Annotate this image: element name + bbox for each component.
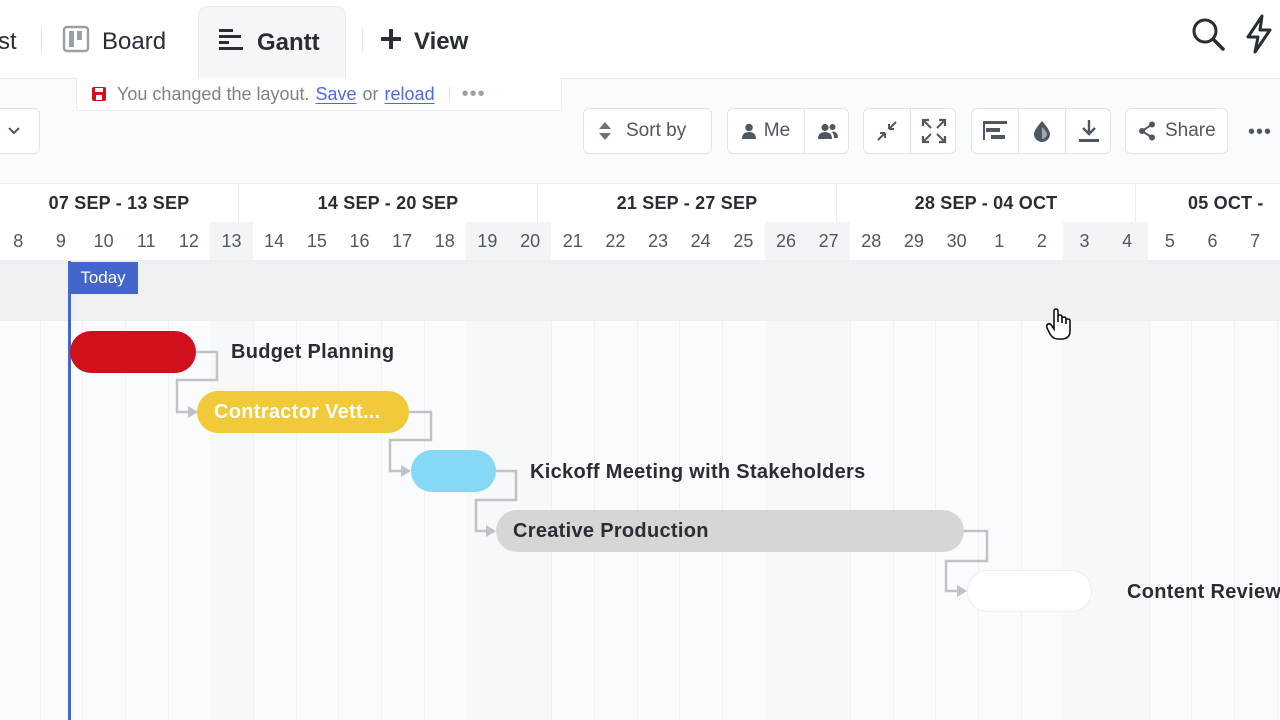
task-bar[interactable] [967, 570, 1092, 612]
task-label[interactable]: Content Review [1127, 581, 1280, 604]
hand-cursor-icon [1045, 308, 1073, 347]
dependency-arrow [957, 585, 967, 597]
task-bar[interactable]: Contractor Vett... [197, 391, 409, 433]
task-label[interactable]: Budget Planning [231, 341, 394, 364]
dependency-arrow [486, 525, 496, 537]
task-label: Creative Production [513, 519, 709, 542]
task-bar[interactable] [70, 331, 196, 373]
task-bar[interactable]: Creative Production [496, 510, 964, 552]
task-bar[interactable] [411, 450, 496, 492]
today-marker-line [68, 261, 71, 720]
dependency-arrow [401, 465, 411, 477]
task-label: Contractor Vett... [214, 400, 381, 423]
task-label[interactable]: Kickoff Meeting with Stakeholders [530, 461, 866, 484]
today-marker-label: Today [68, 262, 138, 294]
